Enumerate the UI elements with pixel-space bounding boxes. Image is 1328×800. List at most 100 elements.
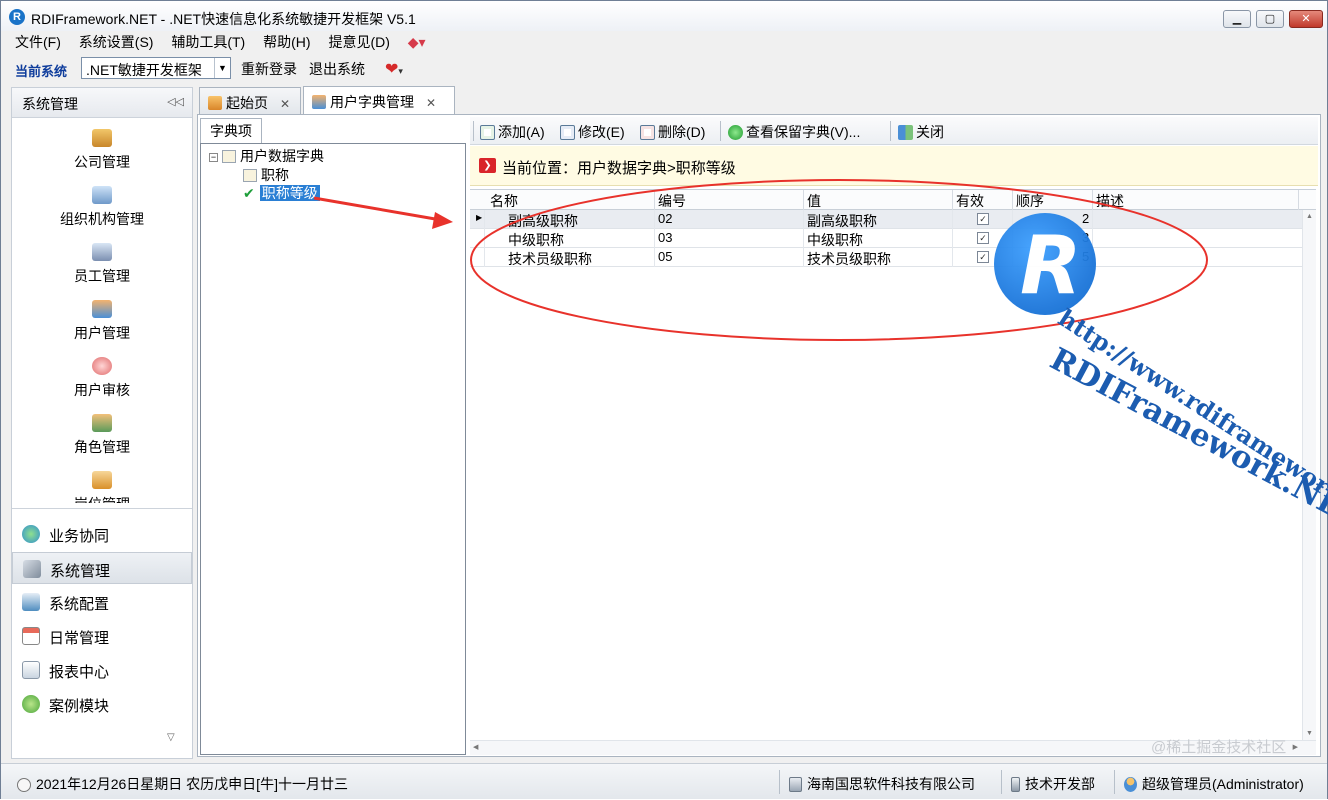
table-row[interactable]: ▶ 副高级职称 02 副高级职称 ✓ 2	[470, 210, 1302, 229]
title-bar[interactable]: R RDIFramework.NET - .NET快速信息化系统敏捷开发框架 V…	[1, 1, 1327, 31]
tree-node-title[interactable]: 职称	[243, 165, 289, 185]
edit-button[interactable]: 修改(E)	[560, 122, 625, 142]
add-label: 添加(A)	[498, 124, 545, 140]
nav-system-management[interactable]: 系统管理	[12, 552, 192, 584]
close-label: 关闭	[916, 124, 944, 140]
menu-feedback[interactable]: 提意见(D)	[328, 34, 389, 50]
system-select-value: .NET敏捷开发框架	[86, 62, 202, 78]
enabled-checkbox[interactable]: ✓	[977, 232, 989, 244]
nav-label: 日常管理	[49, 630, 110, 647]
collapse-icon[interactable]: −	[209, 153, 218, 162]
cell-order[interactable]: 5	[1082, 249, 1089, 264]
maximize-button[interactable]: ▢	[1256, 10, 1284, 28]
more-nav-icon[interactable]: ▽	[167, 732, 175, 743]
module-company[interactable]: 公司管理	[12, 121, 192, 177]
report-icon	[22, 661, 40, 679]
role-icon	[92, 414, 112, 432]
cell-order[interactable]: 2	[1082, 211, 1089, 226]
delete-button[interactable]: 删除(D)	[640, 122, 705, 142]
column-header-order[interactable]: 顺序	[1016, 191, 1044, 211]
column-header-enabled[interactable]: 有效	[956, 191, 984, 211]
module-user[interactable]: 用户管理	[12, 292, 192, 348]
enabled-checkbox[interactable]: ✓	[977, 213, 989, 225]
collapse-left-icon[interactable]: ◁◁	[167, 95, 184, 108]
scroll-right-icon[interactable]: ▶	[1293, 743, 1298, 751]
table-row[interactable]: 技术员级职称 05 技术员级职称 ✓ 5	[470, 248, 1302, 267]
module-post[interactable]: 岗位管理	[12, 463, 192, 503]
menu-file[interactable]: 文件(F)	[15, 34, 61, 50]
chevron-down-icon[interactable]: ▼	[214, 58, 230, 78]
close-button[interactable]: 关闭	[898, 122, 944, 142]
close-tab-icon[interactable]: ✕	[280, 97, 290, 111]
left-navigation-panel: 系统管理 ◁◁ 公司管理 组织机构管理 员工管理 用户管理 用户审核 角色管理 …	[11, 87, 193, 759]
cell-value[interactable]: 副高级职称	[807, 211, 877, 231]
cell-code[interactable]: 03	[658, 230, 672, 245]
color-dropdown-icon[interactable]: ◆▾	[408, 34, 426, 50]
cell-value[interactable]: 技术员级职称	[807, 249, 891, 269]
cell-code[interactable]: 02	[658, 211, 672, 226]
divider	[952, 190, 953, 210]
nav-daily-management[interactable]: 日常管理	[12, 620, 192, 652]
module-role[interactable]: 角色管理	[12, 406, 192, 462]
heart-dropdown-icon[interactable]: ❤▾	[385, 59, 403, 79]
module-organization[interactable]: 组织机构管理	[12, 178, 192, 234]
menu-tools[interactable]: 辅助工具(T)	[171, 34, 245, 50]
status-department: 技术开发部	[1011, 774, 1095, 794]
minimize-button[interactable]: ▁	[1223, 10, 1251, 28]
menu-help[interactable]: 帮助(H)	[263, 34, 310, 50]
exit-system-button[interactable]: 退出系统	[309, 59, 365, 79]
dictionary-tree: − 用户数据字典 职称 ✔ 职称等级	[200, 143, 466, 755]
module-user-audit[interactable]: 用户审核	[12, 349, 192, 405]
divider	[720, 121, 721, 141]
table-row[interactable]: 中级职称 03 中级职称 ✓ 3	[470, 229, 1302, 248]
column-header-description[interactable]: 描述	[1096, 191, 1124, 211]
column-header-name[interactable]: 名称	[490, 191, 518, 211]
tree-node-title-level[interactable]: ✔ 职称等级	[243, 183, 320, 203]
dictionary-items-tab[interactable]: 字典项	[200, 118, 262, 144]
nav-case-module[interactable]: 案例模块	[12, 688, 192, 720]
cell-code[interactable]: 05	[658, 249, 672, 264]
divider	[803, 229, 804, 248]
module-employee[interactable]: 员工管理	[12, 235, 192, 291]
edit-label: 修改(E)	[578, 124, 625, 140]
nav-label: 系统管理	[50, 563, 111, 580]
system-select[interactable]: .NET敏捷开发框架 ▼	[81, 57, 231, 79]
nav-business-collaboration[interactable]: 业务协同	[12, 518, 192, 550]
column-header-code[interactable]: 编号	[658, 191, 686, 211]
add-button[interactable]: 添加(A)	[480, 122, 545, 142]
scroll-down-icon[interactable]: ▼	[1306, 730, 1313, 737]
divider	[1092, 248, 1093, 267]
document-tabs: 起始页 ✕ 用户字典管理 ✕	[199, 86, 1319, 116]
cell-value[interactable]: 中级职称	[807, 230, 863, 250]
cell-order[interactable]: 3	[1082, 230, 1089, 245]
menu-system-settings[interactable]: 系统设置(S)	[79, 34, 154, 50]
close-window-button[interactable]: ✕	[1289, 10, 1323, 28]
cell-name[interactable]: 中级职称	[508, 230, 564, 250]
tab-user-dictionary[interactable]: 用户字典管理 ✕	[303, 86, 455, 116]
column-header-value[interactable]: 值	[807, 191, 821, 211]
tree-node-root[interactable]: − 用户数据字典	[209, 146, 324, 166]
relogin-button[interactable]: 重新登录	[241, 59, 297, 79]
vertical-scrollbar[interactable]: ▲ ▼	[1302, 210, 1316, 740]
divider	[12, 508, 192, 509]
post-icon	[92, 471, 112, 489]
horizontal-scrollbar[interactable]: ◀ ▶	[470, 740, 1316, 755]
nav-report-center[interactable]: 报表中心	[12, 654, 192, 686]
view-reserved-dictionary-button[interactable]: 查看保留字典(V)...	[728, 122, 860, 142]
divider	[952, 248, 953, 267]
scroll-up-icon[interactable]: ▲	[1306, 213, 1313, 220]
cell-name[interactable]: 副高级职称	[508, 211, 578, 231]
nav-system-config[interactable]: 系统配置	[12, 586, 192, 618]
enabled-checkbox[interactable]: ✓	[977, 251, 989, 263]
action-toolbar: 添加(A) 修改(E) 删除(D) 查看保留字典(V)... 关闭	[470, 117, 1318, 145]
location-text: 当前位置：用户数据字典>职称等级	[502, 160, 736, 177]
location-arrow-icon: ❯	[479, 158, 496, 173]
current-system-label: 当前系统	[15, 64, 68, 79]
cell-name[interactable]: 技术员级职称	[508, 249, 592, 269]
tab-start-page[interactable]: 起始页 ✕	[199, 87, 301, 115]
tree-node-label: 职称	[261, 167, 289, 183]
divider	[1114, 770, 1115, 794]
scroll-left-icon[interactable]: ◀	[473, 743, 478, 751]
divider	[890, 121, 891, 141]
close-tab-icon[interactable]: ✕	[426, 96, 436, 110]
